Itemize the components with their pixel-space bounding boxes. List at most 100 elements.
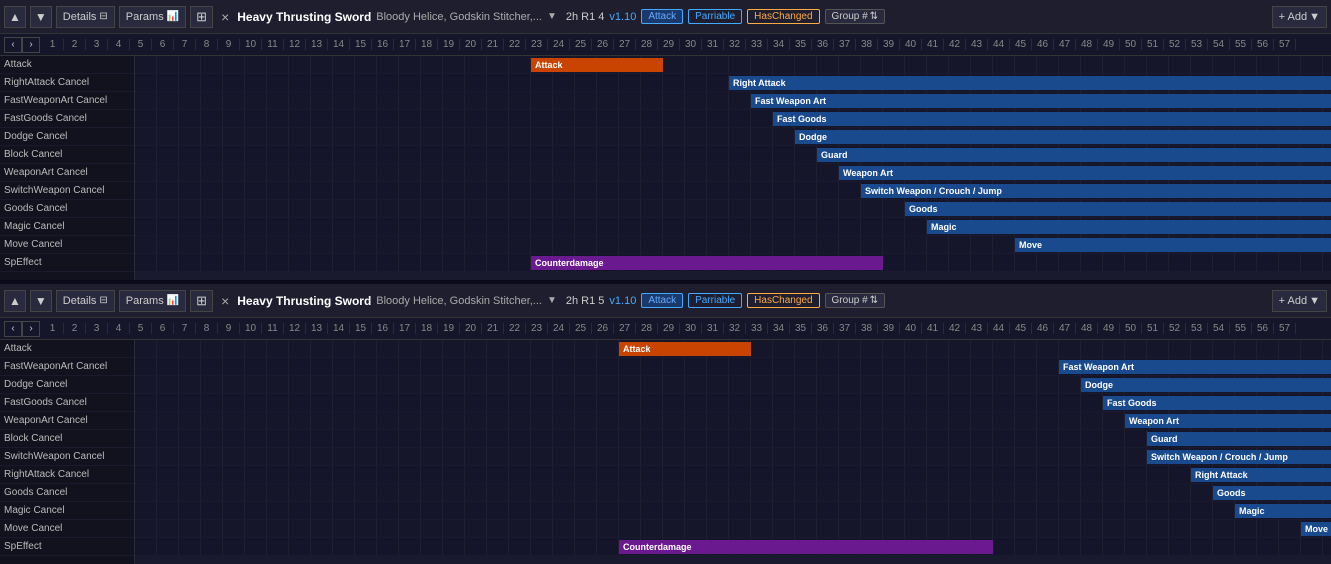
- group-badge[interactable]: Group #⇅: [825, 9, 886, 24]
- frame-number-20: 20: [460, 323, 482, 334]
- group-label: Group #: [832, 295, 868, 306]
- add-button[interactable]: + Add▼: [1272, 6, 1327, 28]
- frame-number-27: 27: [614, 39, 636, 50]
- frame-number-38: 38: [856, 39, 878, 50]
- frame-number-32: 32: [724, 39, 746, 50]
- up-button[interactable]: ▲: [4, 6, 26, 28]
- timeline-bar[interactable]: Switch Weapon / Crouch / Jump: [861, 184, 1331, 198]
- timeline-bar[interactable]: Weapon Art: [1125, 414, 1331, 428]
- row-label: FastWeaponArt Cancel: [0, 92, 134, 110]
- prev-button[interactable]: ‹: [4, 37, 22, 53]
- grid-button[interactable]: ⊞: [190, 6, 213, 28]
- haschanged-badge[interactable]: HasChanged: [747, 9, 819, 24]
- timeline-bar[interactable]: Guard: [1147, 432, 1331, 446]
- frame-number-11: 11: [262, 39, 284, 50]
- haschanged-badge[interactable]: HasChanged: [747, 293, 819, 308]
- down-button[interactable]: ▼: [30, 6, 52, 28]
- chevron-down-icon[interactable]: ▼: [547, 295, 557, 306]
- frame-info: 2h R1 5: [566, 295, 605, 307]
- timeline-bar[interactable]: Magic: [1235, 504, 1331, 518]
- params-button[interactable]: Params 📊: [119, 290, 186, 312]
- group-badge[interactable]: Group #⇅: [825, 293, 886, 308]
- title-area: Heavy Thrusting Sword Bloody Helice, Gods…: [237, 293, 1267, 308]
- frame-number-10: 10: [240, 39, 262, 50]
- frame-number-23: 23: [526, 39, 548, 50]
- details-label: Details: [63, 11, 97, 23]
- close-button[interactable]: ×: [217, 290, 233, 312]
- timeline-row: Goods: [135, 484, 1331, 502]
- frame-number-41: 41: [922, 39, 944, 50]
- frame-number-2: 2: [64, 39, 86, 50]
- params-button[interactable]: Params 📊: [119, 6, 186, 28]
- frame-number-3: 3: [86, 323, 108, 334]
- frame-number-14: 14: [328, 323, 350, 334]
- timeline-bar[interactable]: Counterdamage: [531, 256, 883, 270]
- params-label: Params: [126, 295, 164, 307]
- timeline-bar[interactable]: Right Attack: [729, 76, 1331, 90]
- add-dropdown-icon: ▼: [1309, 11, 1320, 23]
- timeline-bar[interactable]: Weapon Art: [839, 166, 1331, 180]
- chevron-down-icon[interactable]: ▼: [547, 11, 557, 22]
- frame-number-37: 37: [834, 39, 856, 50]
- attack-badge[interactable]: Attack: [641, 293, 683, 308]
- details-button[interactable]: Details ⊟: [56, 6, 115, 28]
- weapon-name: Heavy Thrusting Sword: [237, 294, 371, 308]
- timeline-bar[interactable]: Dodge: [795, 130, 1331, 144]
- timeline-bar[interactable]: Fast Weapon Art: [1059, 360, 1331, 374]
- close-button[interactable]: ×: [217, 6, 233, 28]
- frame-number-16: 16: [372, 39, 394, 50]
- details-button[interactable]: Details ⊟: [56, 290, 115, 312]
- add-button[interactable]: + Add▼: [1272, 290, 1327, 312]
- add-label: + Add: [1279, 11, 1307, 23]
- timeline-bar[interactable]: Switch Weapon / Crouch / Jump: [1147, 450, 1331, 464]
- frame-number-44: 44: [988, 39, 1010, 50]
- next-button[interactable]: ›: [22, 321, 40, 337]
- frame-number-41: 41: [922, 323, 944, 334]
- timeline-bar[interactable]: Guard: [817, 148, 1331, 162]
- row-label: Attack: [0, 56, 134, 74]
- version-badge: v1.10: [609, 295, 636, 307]
- grid-button[interactable]: ⊞: [190, 290, 213, 312]
- timeline-bar[interactable]: Magic: [927, 220, 1331, 234]
- timeline-bar[interactable]: Move: [1301, 522, 1331, 536]
- frame-number-1: 1: [42, 39, 64, 50]
- frame-number-37: 37: [834, 323, 856, 334]
- timeline-bar[interactable]: Attack: [619, 342, 751, 356]
- timeline-row: Fast Weapon Art: [135, 358, 1331, 376]
- up-button[interactable]: ▲: [4, 290, 26, 312]
- frame-number-15: 15: [350, 39, 372, 50]
- next-button[interactable]: ›: [22, 37, 40, 53]
- timeline-row: Weapon Art: [135, 164, 1331, 182]
- frame-number-39: 39: [878, 39, 900, 50]
- frame-number-29: 29: [658, 39, 680, 50]
- attack-badge[interactable]: Attack: [641, 9, 683, 24]
- frame-number-48: 48: [1076, 323, 1098, 334]
- parriable-badge[interactable]: Parriable: [688, 9, 742, 24]
- timeline-bar[interactable]: Goods: [1213, 486, 1331, 500]
- down-button[interactable]: ▼: [30, 290, 52, 312]
- frame-number-34: 34: [768, 39, 790, 50]
- timeline-bar[interactable]: Fast Goods: [773, 112, 1331, 126]
- frame-number-5: 5: [130, 39, 152, 50]
- timeline-bar[interactable]: Attack: [531, 58, 663, 72]
- frame-nav-row: ‹›12345678910111213141516171819202122232…: [0, 318, 1331, 340]
- timeline-bar[interactable]: Counterdamage: [619, 540, 993, 554]
- timeline-bar[interactable]: Fast Goods: [1103, 396, 1331, 410]
- frame-number-56: 56: [1252, 39, 1274, 50]
- timeline-bar[interactable]: Move: [1015, 238, 1331, 252]
- row-label: SpEffect: [0, 538, 134, 556]
- timeline-bar[interactable]: Fast Weapon Art: [751, 94, 1331, 108]
- params-icon: 📊: [167, 11, 179, 22]
- parriable-badge[interactable]: Parriable: [688, 293, 742, 308]
- frame-number-4: 4: [108, 39, 130, 50]
- frame-number-21: 21: [482, 323, 504, 334]
- timeline-bar[interactable]: Goods: [905, 202, 1331, 216]
- weapon-sub: Bloody Helice, Godskin Stitcher,...: [376, 295, 542, 307]
- timeline-bar[interactable]: Right Attack: [1191, 468, 1331, 482]
- frame-numbers: 1234567891011121314151617181920212223242…: [42, 39, 1327, 50]
- frame-number-43: 43: [966, 323, 988, 334]
- timeline-bar[interactable]: Dodge: [1081, 378, 1331, 392]
- frame-number-24: 24: [548, 323, 570, 334]
- prev-button[interactable]: ‹: [4, 321, 22, 337]
- row-label: Block Cancel: [0, 430, 134, 448]
